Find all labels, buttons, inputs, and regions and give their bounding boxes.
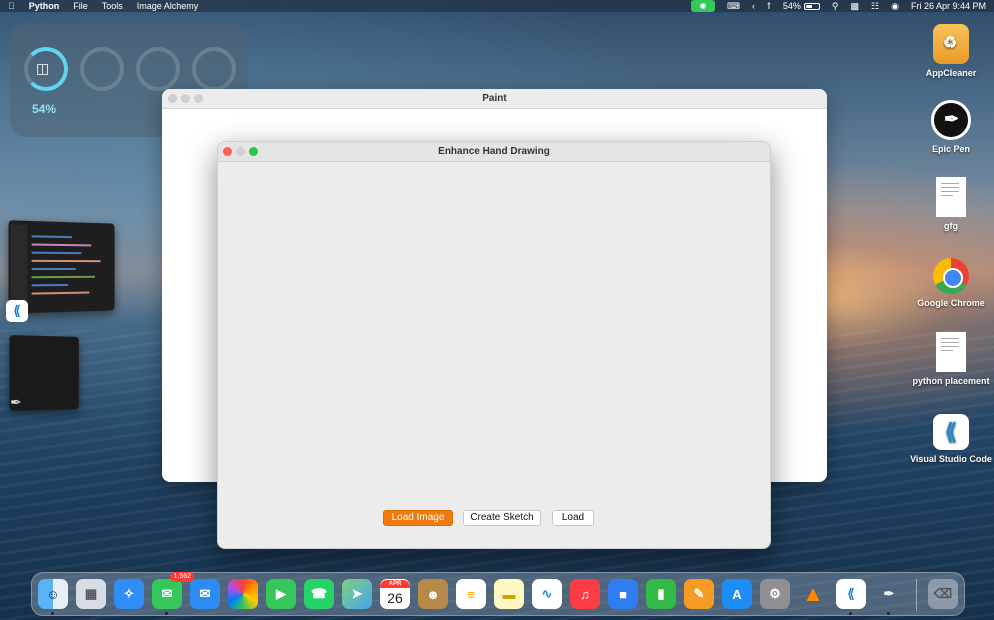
battery-ring-laptop: ◫: [24, 47, 68, 91]
facetime-icon[interactable]: ▶: [266, 579, 296, 609]
messages-icon[interactable]: ✉ 1,562: [152, 572, 194, 615]
close-button[interactable]: [168, 94, 177, 103]
apple-icon[interactable]: : [8, 0, 15, 12]
notes-icon[interactable]: ▬: [494, 579, 524, 609]
keynote-icon[interactable]: ■: [608, 579, 638, 609]
epic-pen-icon[interactable]: ✒: [874, 579, 904, 615]
document-icon: [936, 332, 966, 372]
create-sketch-button[interactable]: Create Sketch: [463, 510, 541, 526]
menu-app-name[interactable]: Python: [29, 0, 60, 12]
widget-battery-percent: 54%: [32, 102, 57, 116]
whatsapp-icon[interactable]: ☎: [304, 579, 334, 609]
search-icon[interactable]: ⚲: [832, 0, 839, 12]
battery-ring-empty: [136, 47, 180, 91]
paint-titlebar[interactable]: Paint: [162, 89, 827, 109]
trash-icon[interactable]: ⌫: [928, 579, 958, 609]
desktop-icon-epic-pen[interactable]: Epic Pen: [906, 100, 994, 154]
desktop-icon-label: Visual Studio Code: [910, 454, 992, 464]
menu-image-alchemy[interactable]: Image Alchemy: [137, 0, 199, 12]
battery-fill: [805, 4, 812, 8]
keyboard-icon[interactable]: ⌨: [727, 0, 740, 12]
desktop-icon-google-chrome[interactable]: Google Chrome: [906, 258, 994, 308]
messages-badge: 1,562: [170, 572, 194, 582]
minimize-button[interactable]: [181, 94, 190, 103]
calendar-day: 26: [387, 590, 403, 606]
chrome-icon: [933, 258, 969, 294]
chevron-left-icon[interactable]: ‹: [752, 0, 755, 12]
zoom-button[interactable]: [194, 94, 203, 103]
vscode-icon[interactable]: ⟪: [836, 579, 866, 615]
menu-bar:  Python File Tools Image Alchemy ◉ ⌨ ‹ …: [0, 0, 994, 12]
minimize-button[interactable]: [236, 147, 245, 156]
menu-file[interactable]: File: [73, 0, 88, 12]
battery-ring-empty: [192, 47, 236, 91]
maps-icon[interactable]: ➤: [342, 579, 372, 609]
battery-status[interactable]: 54%: [783, 0, 820, 12]
control-center-icon[interactable]: ☷: [871, 0, 879, 12]
calendar-month: APR: [380, 580, 410, 588]
music-icon[interactable]: ♫: [570, 579, 600, 609]
photos-icon[interactable]: [228, 579, 258, 609]
document-icon: [936, 177, 966, 217]
laptop-icon: ◫: [36, 60, 50, 76]
epic-pen-icon[interactable]: ✒: [10, 394, 24, 416]
vlc-icon[interactable]: ▲: [798, 579, 828, 609]
enhance-window[interactable]: Enhance Hand Drawing Load Image Create S…: [217, 141, 771, 549]
desktop-icon-label: Google Chrome: [917, 298, 985, 308]
epic-pen-icon: [931, 100, 971, 140]
reminders-icon[interactable]: ≡: [456, 579, 486, 609]
desktop-icon-visual-studio-code[interactable]: ⟪ Visual Studio Code: [906, 414, 994, 464]
numbers-icon[interactable]: ▮: [646, 579, 676, 609]
desktop-icon-label: Epic Pen: [931, 144, 970, 154]
siri-icon[interactable]: ◉: [891, 0, 899, 12]
desktop-icon-label: python placement: [912, 376, 990, 386]
load-button[interactable]: Load: [552, 510, 594, 526]
safari-icon[interactable]: ✧: [114, 579, 144, 609]
menu-tools[interactable]: Tools: [102, 0, 123, 12]
contacts-icon[interactable]: ☻: [418, 579, 448, 609]
menu-datetime[interactable]: Fri 26 Apr 9:44 PM: [911, 0, 986, 12]
battery-ring-empty: [80, 47, 124, 91]
calendar-icon[interactable]: APR 26: [380, 579, 410, 609]
dock-separator: [916, 579, 917, 611]
battery-percent: 54%: [782, 1, 801, 11]
load-image-button[interactable]: Load Image: [383, 510, 453, 526]
facetime-icon[interactable]: ◉: [691, 0, 716, 12]
vscode-icon: ⟪: [933, 414, 969, 450]
system-settings-icon[interactable]: ⚙: [760, 579, 790, 609]
battery-icon: [803, 2, 820, 10]
vscode-icon[interactable]: ⟪: [6, 300, 28, 322]
finder-icon[interactable]: ☺: [38, 579, 68, 615]
enhance-titlebar[interactable]: Enhance Hand Drawing: [218, 142, 770, 162]
freeform-icon[interactable]: ∿: [532, 579, 562, 609]
bluetooth-icon[interactable]: ꝉ: [767, 0, 771, 12]
desktop-icon-gfg[interactable]: gfg: [906, 177, 994, 231]
appcleaner-icon: [933, 24, 969, 64]
desktop-icon-label: gfg: [944, 221, 958, 231]
notification-icon[interactable]: ▩: [851, 0, 860, 12]
paint-window-title: Paint: [482, 93, 507, 104]
mail-icon[interactable]: ✉: [190, 579, 220, 609]
desktop-icon-python-placement[interactable]: python placement: [906, 332, 994, 386]
launchpad-icon[interactable]: ▦: [76, 579, 106, 609]
pages-icon[interactable]: ✎: [684, 579, 714, 609]
desktop-icon-label: AppCleaner: [925, 68, 977, 78]
dock: ☺ ▦ ✧ ✉ 1,562 ✉ ▶ ☎ ➤ APR 26 ☻ ≡ ▬ ∿ ♫ ■ …: [31, 572, 965, 616]
desktop-icon-appcleaner[interactable]: AppCleaner: [906, 24, 994, 78]
enhance-window-title: Enhance Hand Drawing: [438, 146, 550, 157]
app-store-icon[interactable]: A: [722, 579, 752, 609]
close-button[interactable]: [223, 147, 232, 156]
zoom-button[interactable]: [249, 147, 258, 156]
